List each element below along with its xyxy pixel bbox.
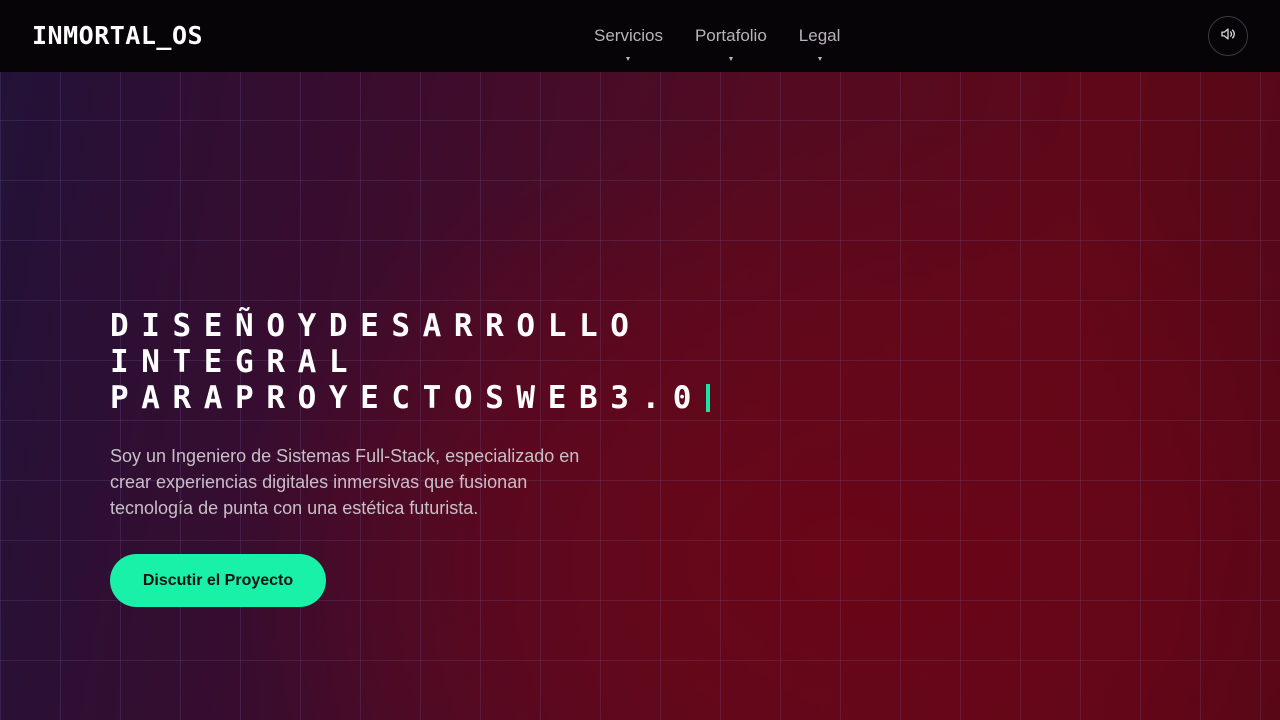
hero-section: DISEÑOYDESARROLLO INTEGRAL PARAPROYECTOS… — [110, 308, 870, 607]
caret-down-icon — [817, 57, 822, 61]
caret-down-icon — [626, 57, 631, 61]
hero-title: DISEÑOYDESARROLLO INTEGRAL PARAPROYECTOS… — [110, 308, 870, 416]
volume-icon — [1219, 25, 1237, 47]
landing-page: INMORTAL_OS Servicios Portafolio Legal D… — [0, 0, 1280, 720]
hero-title-line-3-wrap: PARAPROYECTOSWEB3.0 — [110, 380, 870, 416]
discuss-project-button[interactable]: Discutir el Proyecto — [110, 554, 326, 607]
nav-item-legal[interactable]: Legal — [798, 26, 841, 61]
hero-title-line-3: PARAPROYECTOSWEB3.0 — [110, 380, 705, 416]
nav-item-label: Legal — [798, 26, 841, 45]
nav-item-label: Servicios — [594, 26, 663, 45]
nav-item-label: Portafolio — [694, 26, 767, 45]
site-logo[interactable]: INMORTAL_OS — [32, 22, 203, 50]
hero-title-line-2: INTEGRAL — [110, 344, 361, 380]
top-navbar: INMORTAL_OS Servicios Portafolio Legal — [0, 0, 1280, 72]
hero-title-line-1: DISEÑOYDESARROLLO — [110, 308, 642, 344]
main-nav: Servicios Portafolio Legal — [594, 26, 841, 61]
nav-item-portafolio[interactable]: Portafolio — [694, 26, 767, 61]
typing-cursor — [706, 384, 711, 412]
sound-toggle-button[interactable] — [1208, 16, 1248, 56]
nav-item-servicios[interactable]: Servicios — [594, 26, 663, 61]
caret-down-icon — [728, 57, 733, 61]
hero-description: Soy un Ingeniero de Sistemas Full-Stack,… — [110, 446, 580, 518]
